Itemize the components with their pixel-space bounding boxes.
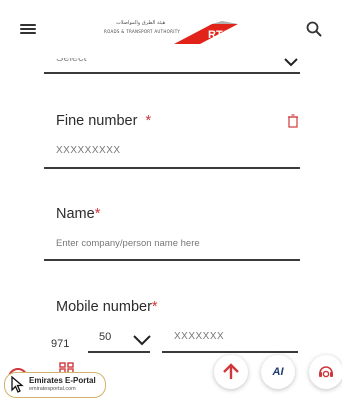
fine-number-underline [44,167,300,169]
logo-english-text: ROADS & TRANSPORT AUTHORITY [104,29,181,34]
required-mark: * [145,113,152,129]
fine-number-label: Fine number * [56,113,151,129]
logo-mark-text: RTA [208,29,230,41]
logo-arabic-text: هيئة الطرق والمواصلات [116,20,166,26]
cursor-icon [11,376,24,393]
name-label-text: Name [56,206,95,222]
emirates-portal-badge[interactable]: Emirates E-Portal emiratesportal.com [4,372,106,398]
fine-number-input[interactable]: XXXXXXXXX [56,145,121,156]
portal-title: Emirates E-Portal [29,376,96,385]
portal-url: emiratesportal.com [29,386,76,392]
mobile-prefix-select[interactable]: 50 [99,331,111,343]
rta-logo[interactable]: هيئة الطرق والمواصلات ROADS & TRANSPORT … [104,16,244,46]
menu-icon[interactable] [20,22,38,36]
prefix-underline [88,351,150,353]
rta-logo-mark: RTA [174,21,238,44]
ai-assistant-icon: AI [272,366,284,378]
select-underline [44,72,300,74]
required-mark: * [94,206,101,222]
app-header: هيئة الطرق والمواصلات ROADS & TRANSPORT … [0,0,342,58]
name-underline [44,259,300,261]
country-code: 971 [51,338,70,350]
mobile-label: Mobile number* [56,299,158,315]
trash-icon[interactable] [287,114,299,128]
chevron-down-icon[interactable] [283,57,299,67]
search-icon[interactable] [306,21,322,37]
ai-assistant-button[interactable]: AI [261,355,295,389]
mobile-label-text: Mobile number [56,299,152,315]
support-agent-button[interactable] [309,355,342,389]
mobile-underline [162,351,298,353]
mobile-number-input[interactable]: XXXXXXX [174,331,224,342]
support-agent-icon [319,366,333,378]
prefix-chevron-down-icon[interactable] [132,334,152,346]
scroll-up-button[interactable] [214,355,248,389]
fine-number-label-text: Fine number [56,113,138,129]
required-mark: * [151,299,158,315]
name-input[interactable]: Enter company/person name here [56,238,200,249]
name-label: Name* [56,206,100,222]
scroll-up-icon [223,363,239,379]
